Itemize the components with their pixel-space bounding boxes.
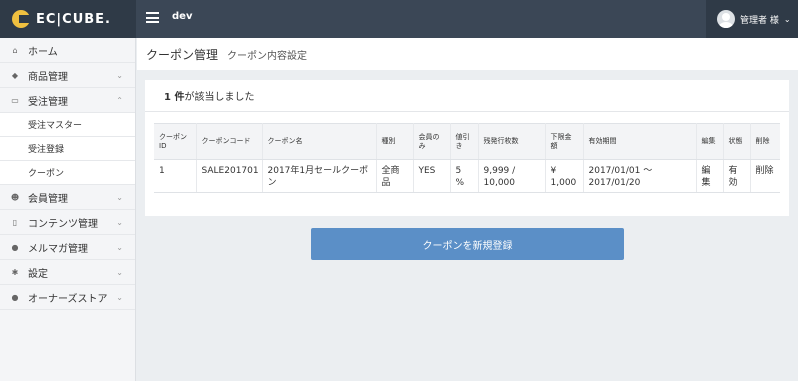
sidebar-item-orders[interactable]: ▭ 受注管理 ⌃	[0, 88, 135, 113]
chevron-down-icon: ⌄	[116, 268, 123, 277]
menu-toggle-icon[interactable]	[146, 12, 159, 23]
file-icon: ▯	[12, 217, 18, 227]
result-count: 1 件	[164, 92, 185, 103]
sidebar-subitem-order-master[interactable]: 受注マスター	[0, 113, 135, 137]
col-header-delete: 削除	[750, 123, 780, 160]
result-summary: 1 件 が該当しました	[145, 80, 789, 112]
info-icon: ●	[11, 292, 19, 302]
chevron-down-icon: ⌄	[783, 14, 791, 24]
sidebar-item-mailmagazine[interactable]: ● メルマガ管理 ⌄	[0, 235, 135, 260]
sidebar-item-home[interactable]: ⌂ ホーム	[0, 38, 135, 63]
tag-icon: ◆	[11, 70, 19, 80]
sidebar-item-label: メルマガ管理	[28, 243, 88, 255]
page-title: クーポン管理	[146, 47, 219, 62]
page-header: クーポン管理 クーポン内容設定	[137, 38, 798, 70]
sidebar-item-owners-store[interactable]: ● オーナーズストア ⌄	[0, 285, 135, 310]
sidebar: ⌂ ホーム ◆ 商品管理 ⌄ ▭ 受注管理 ⌃ 受注マスター 受注登録 クーポン…	[0, 38, 136, 381]
col-header-type: 種別	[376, 123, 414, 160]
page-subtitle: クーポン内容設定	[227, 50, 308, 62]
user-menu[interactable]: 管理者 様 ⌄	[706, 0, 798, 38]
table-row: 1 SALE201701 2017年1月セールクーポン 全商品 YES 5 % …	[154, 159, 780, 193]
col-header-discount: 値引き	[450, 123, 479, 160]
home-icon: ⌂	[12, 45, 18, 55]
logo-mark-icon	[12, 10, 30, 28]
cell-discount: 5 %	[450, 159, 479, 193]
sidebar-item-label: オーナーズストア	[28, 293, 108, 305]
col-header-status: 状態	[723, 123, 751, 160]
col-header-code: クーポンコード	[196, 123, 263, 160]
sidebar-item-label: コンテンツ管理	[28, 218, 98, 230]
chevron-down-icon: ⌄	[116, 293, 123, 302]
coupon-table: クーポン ID クーポンコード クーポン名 種別 会員のみ 値引き 残発行枚数 …	[154, 123, 780, 193]
col-header-remaining: 残発行枚数	[478, 123, 546, 160]
logo[interactable]: EC|CUBE.	[0, 0, 136, 38]
chevron-down-icon: ⌄	[116, 71, 123, 80]
col-header-id: クーポン ID	[154, 123, 197, 160]
cell-type: 全商品	[376, 159, 414, 193]
user-name: 管理者 様	[740, 15, 779, 26]
cell-name: 2017年1月セールクーポン	[262, 159, 377, 193]
sidebar-item-label: ホーム	[28, 46, 58, 58]
gear-icon: ✱	[11, 267, 19, 277]
col-header-min-amount: 下限金額	[545, 123, 584, 160]
chevron-down-icon: ⌄	[116, 193, 123, 202]
sidebar-item-settings[interactable]: ✱ 設定 ⌄	[0, 260, 135, 285]
delete-link[interactable]: 削除	[750, 159, 780, 193]
sidebar-item-products[interactable]: ◆ 商品管理 ⌄	[0, 63, 135, 88]
result-suffix: が該当しました	[184, 92, 255, 103]
logo-text: EC|CUBE.	[36, 11, 111, 27]
status-toggle-link[interactable]: 有効	[723, 159, 751, 193]
users-icon: ☻	[10, 192, 20, 202]
cell-member-only: YES	[413, 159, 451, 193]
col-header-edit: 編集	[696, 123, 724, 160]
cell-code: SALE201701	[196, 159, 263, 193]
avatar	[717, 10, 735, 28]
cell-id: 1	[154, 159, 197, 193]
chevron-up-icon: ⌃	[116, 96, 123, 105]
sidebar-item-contents[interactable]: ▯ コンテンツ管理 ⌄	[0, 210, 135, 235]
coupon-list-card: 1 件 が該当しました クーポン ID クーポンコード クーポン名 種別 会員の…	[145, 80, 789, 216]
cell-min-amount: ¥ 1,000	[545, 159, 584, 193]
col-header-period: 有効期間	[583, 123, 697, 160]
site-name[interactable]: dev	[172, 11, 192, 22]
table-header-row: クーポン ID クーポンコード クーポン名 種別 会員のみ 値引き 残発行枚数 …	[154, 123, 780, 160]
cell-remaining: 9,999 / 10,000	[478, 159, 546, 193]
cart-icon: ▭	[11, 95, 19, 105]
col-header-member-only: 会員のみ	[413, 123, 451, 160]
sidebar-subitem-order-register[interactable]: 受注登録	[0, 137, 135, 161]
sidebar-item-label: 設定	[28, 268, 48, 280]
top-bar: EC|CUBE. dev 管理者 様 ⌄	[0, 0, 798, 38]
sidebar-item-customers[interactable]: ☻ 会員管理 ⌄	[0, 185, 135, 210]
edit-link[interactable]: 編集	[696, 159, 724, 193]
cell-period: 2017/01/01 ～ 2017/01/20	[583, 159, 697, 193]
new-coupon-button[interactable]: クーポンを新規登録	[311, 228, 624, 260]
sidebar-item-label: 商品管理	[28, 71, 68, 83]
chevron-down-icon: ⌄	[116, 243, 123, 252]
chat-icon: ●	[11, 242, 19, 252]
sidebar-item-label: 受注管理	[28, 96, 68, 108]
col-header-name: クーポン名	[262, 123, 377, 160]
chevron-down-icon: ⌄	[116, 218, 123, 227]
sidebar-item-label: 会員管理	[28, 193, 68, 205]
sidebar-subitem-coupon[interactable]: クーポン	[0, 161, 135, 185]
